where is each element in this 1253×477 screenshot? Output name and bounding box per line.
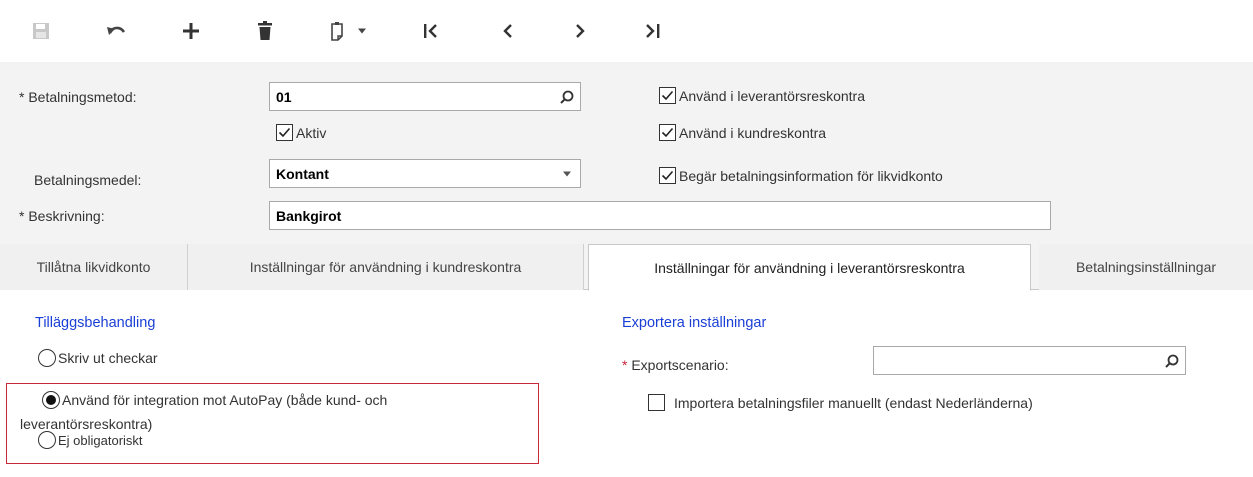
use-in-ap-label: Använd i leverantörsreskontra: [679, 87, 865, 104]
dropdown-arrow-icon[interactable]: [354, 18, 370, 44]
use-in-ap-checkbox[interactable]: Använd i leverantörsreskontra: [659, 87, 865, 104]
copy-paste-icon[interactable]: [326, 18, 348, 44]
active-checkbox[interactable]: Aktiv: [276, 124, 326, 141]
checkbox-checked-icon: [659, 167, 676, 184]
checkbox-checked-icon: [659, 87, 676, 104]
export-settings-title: Exportera inställningar: [622, 315, 767, 331]
import-manually-label: Importera betalningsfiler manuellt (enda…: [674, 394, 1033, 411]
tab-bar: Tillåtna likvidkonto Inställningar för a…: [0, 244, 1253, 291]
tab-ar-settings[interactable]: Inställningar för användning i kundresko…: [188, 244, 584, 290]
radio-unselected-icon: [38, 349, 56, 367]
require-payment-info-label: Begär betalningsinformation för likvidko…: [679, 167, 943, 184]
tab-ap-settings[interactable]: Inställningar för användning i leverantö…: [588, 244, 1031, 291]
payment-means-value: Kontant: [276, 165, 329, 182]
payment-method-label: * Betalningsmetod:: [19, 89, 137, 105]
description-label: * Beskrivning:: [19, 208, 105, 224]
use-in-ar-label: Använd i kundreskontra: [679, 124, 827, 141]
previous-record-icon[interactable]: [496, 18, 518, 44]
checkbox-checked-icon: [659, 124, 676, 141]
active-label: Aktiv: [296, 124, 327, 141]
payment-means-select[interactable]: Kontant: [269, 159, 581, 188]
toolbar: [0, 0, 1253, 62]
print-checks-label: Skriv ut checkar: [58, 350, 158, 366]
checkbox-unchecked-icon: [648, 394, 665, 411]
require-payment-info-checkbox[interactable]: Begär betalningsinformation för likvidko…: [659, 167, 943, 184]
form-header: * Betalningsmetod: 01 Aktiv Betalningsme…: [0, 62, 1253, 244]
add-icon[interactable]: [180, 18, 202, 44]
search-icon[interactable]: [1159, 347, 1185, 374]
first-record-icon[interactable]: [420, 18, 442, 44]
export-scenario-label: * Exportscenario:: [622, 357, 729, 373]
use-in-ar-checkbox[interactable]: Använd i kundreskontra: [659, 124, 826, 141]
checkbox-checked-icon: [276, 124, 293, 141]
radio-print-checks[interactable]: Skriv ut checkar: [38, 349, 158, 367]
save-icon[interactable]: [30, 18, 52, 44]
tab-payment-settings[interactable]: Betalningsinställningar: [1039, 244, 1253, 290]
payment-method-field[interactable]: 01: [269, 82, 581, 111]
last-record-icon[interactable]: [642, 18, 664, 44]
chevron-down-icon[interactable]: [554, 160, 580, 187]
payment-means-label: Betalningsmedel:: [34, 172, 142, 188]
description-field[interactable]: Bankgirot: [269, 201, 1051, 230]
tab-allowed-cash-accounts[interactable]: Tillåtna likvidkonto: [0, 244, 188, 290]
description-value: Bankgirot: [276, 207, 342, 224]
search-icon[interactable]: [554, 83, 580, 110]
next-record-icon[interactable]: [570, 18, 592, 44]
export-scenario-field[interactable]: [873, 346, 1186, 375]
import-manually-checkbox[interactable]: Importera betalningsfiler manuellt (enda…: [648, 394, 1033, 411]
payment-method-value: 01: [276, 88, 292, 105]
undo-icon[interactable]: [104, 18, 128, 44]
highlight-box: [6, 383, 539, 464]
delete-icon[interactable]: [254, 18, 276, 44]
additional-processing-title: Tilläggsbehandling: [35, 315, 156, 331]
